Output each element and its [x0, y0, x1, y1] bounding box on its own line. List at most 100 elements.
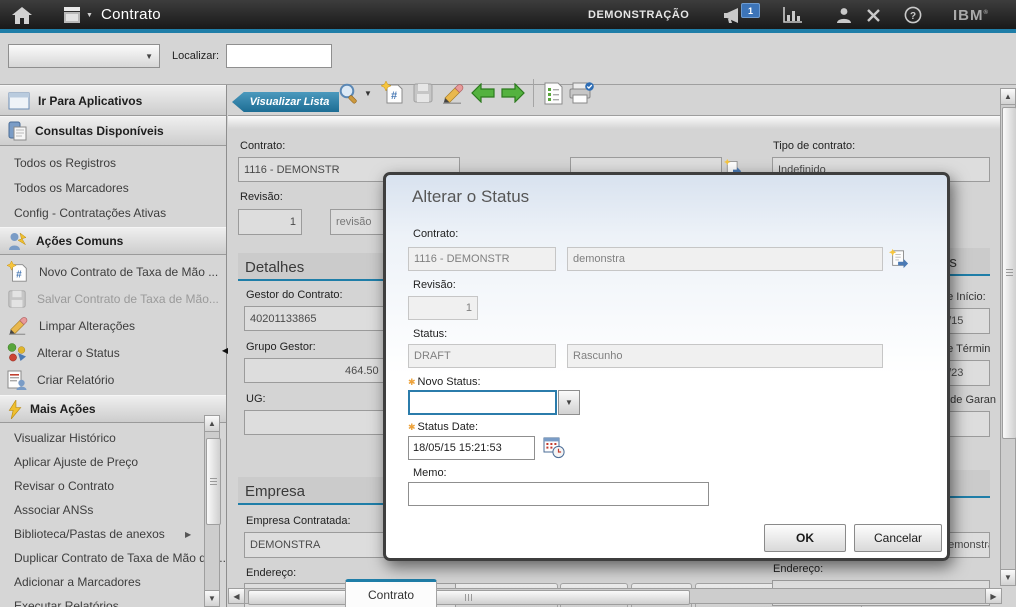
- sidebar-navigation: Ir Para Aplicativos Consultas Disponívei…: [0, 85, 227, 607]
- dialog-status-field[interactable]: DRAFT: [408, 344, 556, 368]
- dialog-revision-field[interactable]: 1: [408, 296, 478, 320]
- main-vertical-scrollbar-thumb[interactable]: [1002, 107, 1016, 439]
- sidebar-item-go-to-applications[interactable]: Ir Para Aplicativos: [0, 85, 226, 116]
- svg-text:#: #: [16, 269, 22, 280]
- sidebar-action-attachment-library[interactable]: Biblioteca/Pastas de anexos ▶: [0, 522, 226, 546]
- contract-type-label: Tipo de contrato:: [773, 140, 855, 152]
- find-label: Localizar:: [172, 50, 219, 62]
- revision-label: Revisão:: [240, 191, 283, 203]
- dialog-status-label: Status:: [413, 328, 447, 340]
- create-report-icon: [7, 370, 27, 390]
- sidebar-header-label: Ir Para Aplicativos: [38, 94, 142, 108]
- application-toolbar: ▼ Localizar: ▼ #: [0, 33, 1016, 85]
- sidebar-header-label: Consultas Disponíveis: [35, 124, 164, 138]
- dialog-contract-field[interactable]: 1116 - DEMONSTR: [408, 247, 556, 271]
- dialog-contract-description-field[interactable]: demonstra: [567, 247, 883, 271]
- manager-group-label: Grupo Gestor:: [246, 341, 316, 353]
- application-window-icon: [8, 92, 30, 110]
- save-icon: [7, 289, 27, 309]
- sidebar-item-active-contracts-query[interactable]: Config - Contratações Ativas: [0, 200, 226, 225]
- profile-icon[interactable]: [832, 6, 856, 24]
- memo-input[interactable]: [408, 482, 709, 506]
- sidebar-action-change-status[interactable]: Alterar o Status: [0, 339, 226, 366]
- dialog-title: Alterar o Status: [412, 187, 529, 207]
- sidebar-item-all-records[interactable]: Todos os Registros: [0, 150, 226, 175]
- sidebar-action-create-report[interactable]: Criar Relatório: [0, 366, 226, 393]
- record-select-combo[interactable]: ▼: [8, 44, 160, 68]
- application-window: ▼ Contrato DEMONSTRAÇÃO 1 ? IBM® ▼ Local…: [0, 0, 1016, 607]
- required-marker-icon: ✱: [408, 377, 416, 387]
- new-status-dropdown-button[interactable]: ▼: [558, 390, 580, 415]
- sidebar-header-label: Ações Comuns: [36, 234, 123, 248]
- sidebar-scroll-down-button[interactable]: ▼: [204, 590, 220, 607]
- status-date-input[interactable]: [408, 436, 535, 460]
- revision-field[interactable]: 1: [238, 209, 302, 235]
- sidebar-action-apply-price-adjustment[interactable]: Aplicar Ajuste de Preço: [0, 450, 226, 474]
- sidebar-action-add-to-bookmarks[interactable]: Adicionar a Marcadores: [0, 570, 226, 594]
- sidebar-header-available-queries[interactable]: Consultas Disponíveis: [0, 116, 226, 146]
- sidebar-scrollbar-thumb[interactable]: [206, 438, 221, 525]
- tab-content-top-strip: [228, 116, 1000, 129]
- search-input[interactable]: [226, 44, 332, 68]
- submenu-arrow-icon: ▶: [185, 530, 191, 539]
- main-vertical-scrollbar[interactable]: ▲ ▼: [1000, 88, 1016, 586]
- right-address-label: Endereço:: [773, 563, 823, 575]
- sidebar-action-duplicate-contract[interactable]: Duplicar Contrato de Taxa de Mão de ...: [0, 546, 226, 570]
- applications-menu-icon[interactable]: ▼: [60, 6, 94, 24]
- sidebar-action-revise-contract[interactable]: Revisar o Contrato: [0, 474, 226, 498]
- sidebar-scrollbar[interactable]: ▲ ▼: [204, 415, 220, 607]
- sidebar-action-associate-slas[interactable]: Associar ANSs: [0, 498, 226, 522]
- calendar-picker-icon[interactable]: [543, 436, 565, 464]
- new-record-icon: #: [7, 261, 29, 283]
- reports-chart-icon[interactable]: [781, 6, 805, 24]
- address-label: Endereço:: [246, 567, 296, 579]
- change-status-icon: [7, 343, 27, 363]
- sidebar-action-new-contract[interactable]: # Novo Contrato de Taxa de Mão ...: [0, 258, 226, 285]
- main-horizontal-scrollbar-thumb[interactable]: [248, 590, 690, 605]
- cancel-button[interactable]: Cancelar: [854, 524, 942, 552]
- sidebar-header-common-actions[interactable]: Ações Comuns: [0, 227, 226, 255]
- common-actions-icon: [8, 231, 28, 251]
- main-scroll-down-button[interactable]: ▼: [1000, 569, 1016, 586]
- dialog-memo-label: Memo:: [413, 467, 447, 479]
- close-session-icon[interactable]: [861, 6, 885, 24]
- dialog-contract-label: Contrato:: [413, 228, 458, 240]
- sidebar-header-more-actions[interactable]: Mais Ações: [0, 395, 226, 423]
- queries-icon: [8, 121, 27, 141]
- dialog-status-description-field[interactable]: Rascunho: [567, 344, 883, 368]
- new-status-input[interactable]: [408, 390, 557, 415]
- help-icon[interactable]: ?: [901, 6, 925, 24]
- view-list-button[interactable]: Visualizar Lista: [232, 92, 339, 112]
- sidebar-scroll-up-button[interactable]: ▲: [204, 415, 220, 432]
- sidebar-action-run-reports[interactable]: Executar Relatórios: [0, 594, 226, 607]
- dialog-new-status-label: ✱Novo Status:: [408, 376, 481, 388]
- main-scroll-up-button[interactable]: ▲: [1000, 88, 1016, 105]
- sidebar-item-all-bookmarks[interactable]: Todos os Marcadores: [0, 175, 226, 200]
- home-icon[interactable]: [10, 6, 34, 24]
- sidebar-action-save-contract: Salvar Contrato de Taxa de Mão...: [0, 285, 226, 312]
- main-scroll-left-button[interactable]: ◀: [228, 588, 245, 604]
- ug-label: UG:: [246, 393, 266, 405]
- contract-label: Contrato:: [240, 140, 285, 152]
- dialog-status-date-label: ✱Status Date:: [408, 421, 478, 433]
- ibm-logo: IBM®: [953, 7, 989, 24]
- contract-manager-label: Gestor do Contrato:: [246, 289, 343, 301]
- clear-changes-icon: [7, 316, 29, 335]
- change-status-dialog: Alterar o Status Contrato: 1116 - DEMONS…: [383, 172, 950, 561]
- svg-text:?: ?: [910, 11, 916, 22]
- top-navigation-bar: ▼ Contrato DEMONSTRAÇÃO 1 ? IBM®: [0, 0, 1016, 33]
- environment-label: DEMONSTRAÇÃO: [588, 9, 689, 21]
- sidebar-action-clear-changes[interactable]: Limpar Alterações: [0, 312, 226, 339]
- tab-contrato[interactable]: Contrato: [345, 579, 437, 607]
- main-scroll-right-button[interactable]: ▶: [985, 588, 1002, 604]
- dialog-detail-menu-icon[interactable]: [889, 248, 909, 275]
- sidebar-action-view-history[interactable]: Visualizar Histórico: [0, 426, 226, 450]
- app-title: Contrato: [101, 6, 161, 23]
- record-select-caret: ▼: [139, 52, 159, 61]
- more-actions-icon: [8, 400, 22, 419]
- tab-bar: [228, 85, 1000, 116]
- required-marker-icon: ✱: [408, 422, 416, 432]
- notification-badge: 1: [741, 3, 760, 18]
- applications-menu-caret: ▼: [86, 12, 93, 19]
- ok-button[interactable]: OK: [764, 524, 846, 552]
